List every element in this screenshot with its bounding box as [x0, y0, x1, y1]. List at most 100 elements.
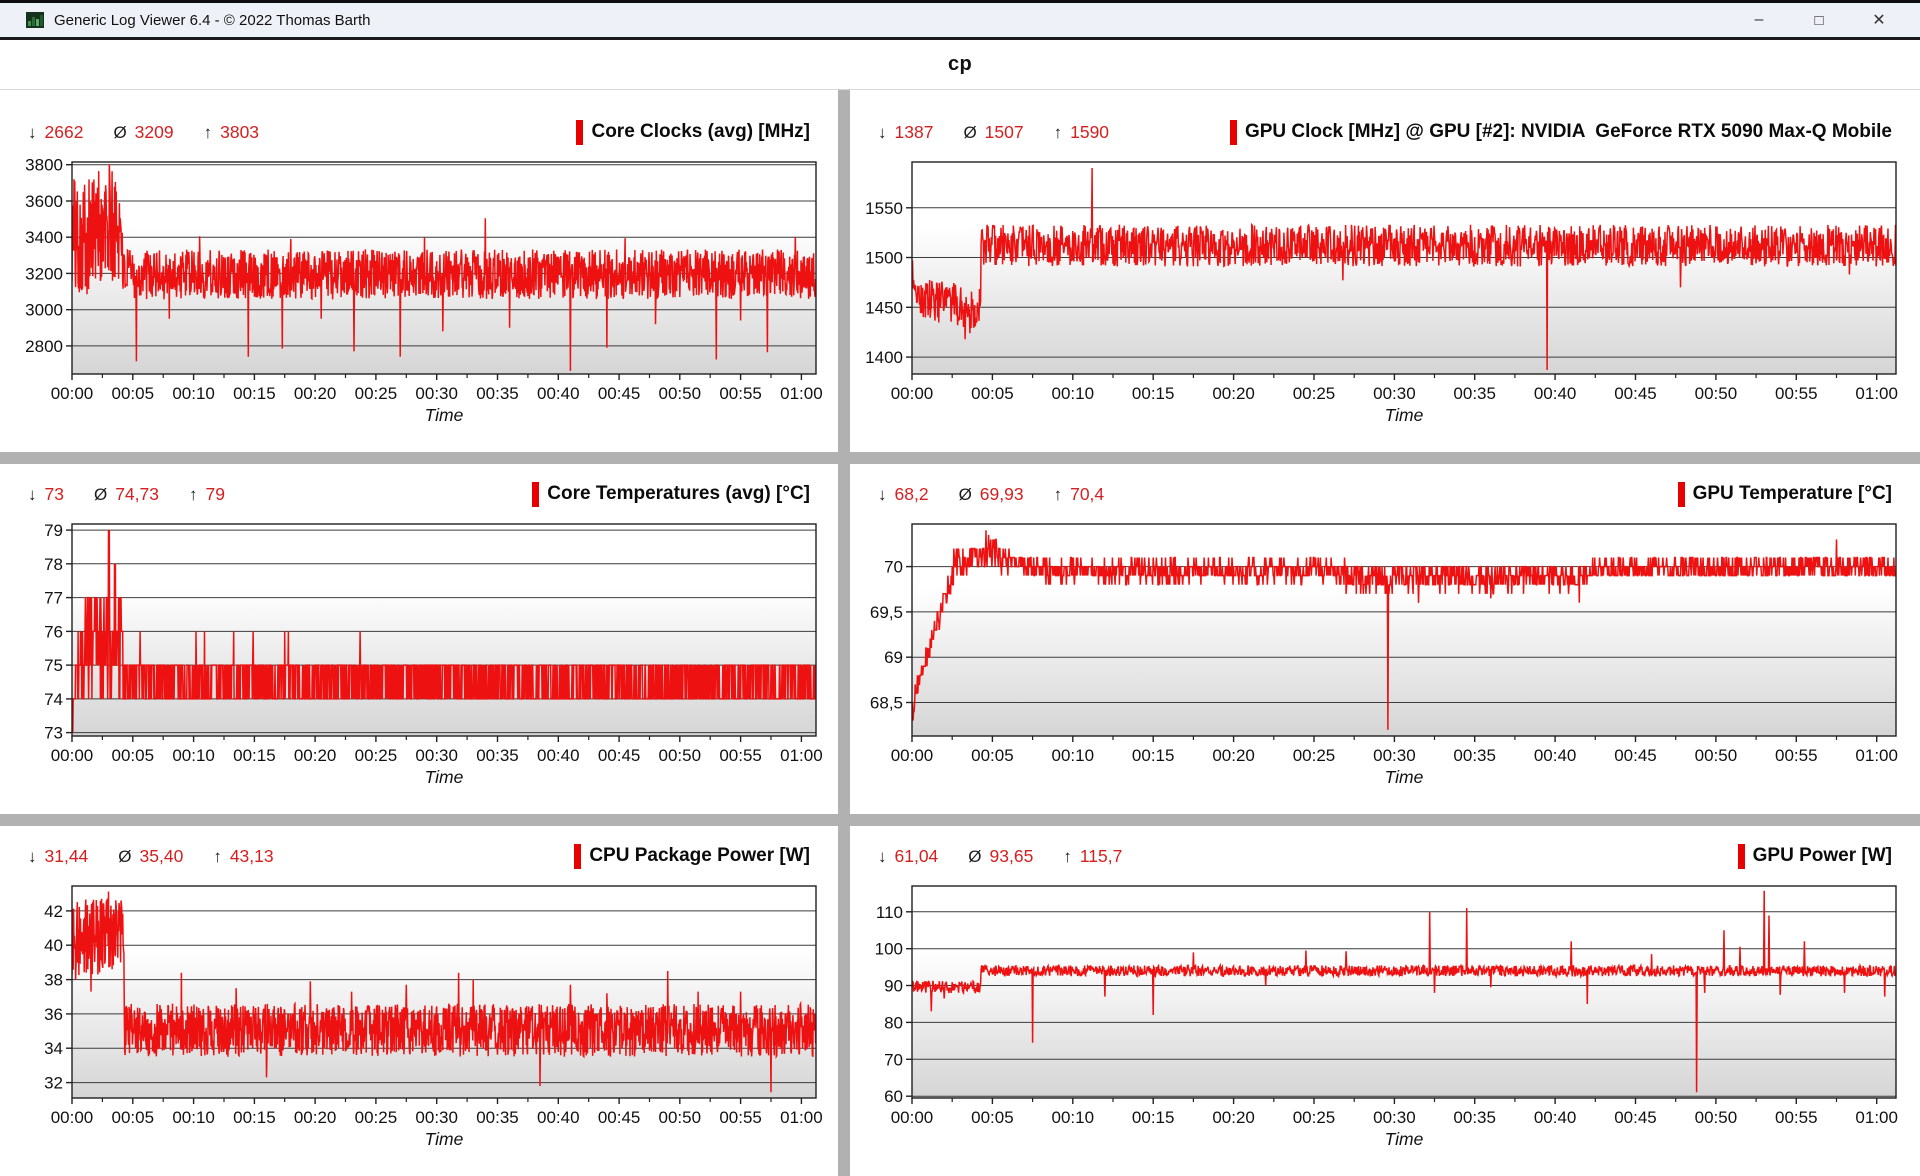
x-tick-label: 00:55 [1775, 1108, 1818, 1127]
x-tick-label: 00:30 [415, 384, 458, 403]
x-tick-label: 00:50 [1695, 384, 1738, 403]
x-tick-label: 00:15 [233, 384, 276, 403]
x-tick-label: 00:45 [598, 384, 641, 403]
avg-icon: Ø [968, 847, 981, 867]
close-button[interactable]: ✕ [1856, 5, 1902, 35]
legend-color-bar [576, 120, 583, 145]
x-tick-label: 00:55 [1775, 384, 1818, 403]
x-tick-label: 00:45 [1614, 384, 1657, 403]
x-tick-label: 00:25 [1293, 1108, 1336, 1127]
x-tick-label: 00:35 [476, 384, 519, 403]
stat-avg: Ø 93,65 [968, 846, 1033, 867]
chart-canvas: 140014501500155000:0000:0500:1000:1500:2… [850, 158, 1920, 422]
x-tick-label: 00:55 [1775, 746, 1818, 765]
x-tick-label: 00:20 [1212, 1108, 1255, 1127]
y-tick-label: 3800 [25, 158, 63, 175]
stat-min: ↓68,2 [878, 484, 929, 505]
x-tick-label: 00:50 [659, 384, 702, 403]
chart-canvas: 68,56969,57000:0000:0500:1000:1500:2000:… [850, 520, 1920, 784]
x-tick-label: 00:25 [355, 384, 398, 403]
chart-panel-gpu-power: ↓61,04 Ø93,65 ↑115,7 GPU Power [W] 60708… [850, 826, 1920, 1176]
x-tick-label: 00:45 [598, 1108, 641, 1127]
y-tick-label: 36 [44, 1005, 63, 1024]
y-tick-label: 100 [875, 940, 903, 959]
avg-icon: Ø [118, 847, 131, 867]
x-tick-label: 01:00 [1855, 1108, 1898, 1127]
stat-min-value: 31,44 [45, 846, 89, 867]
x-tick-label: 00:10 [1052, 746, 1095, 765]
y-tick-label: 1400 [865, 348, 903, 367]
max-arrow-icon: ↑ [1054, 485, 1063, 505]
max-arrow-icon: ↑ [204, 123, 213, 143]
x-tick-label: 00:20 [1212, 746, 1255, 765]
legend-color-bar [1738, 844, 1745, 869]
minimize-button[interactable]: – [1736, 5, 1782, 35]
window-title: Generic Log Viewer 6.4 - © 2022 Thomas B… [54, 12, 371, 29]
x-tick-label: 00:15 [1132, 746, 1175, 765]
y-tick-label: 3400 [25, 228, 63, 247]
app-icon [26, 12, 44, 28]
y-tick-label: 69 [884, 648, 903, 667]
x-tick-label: 00:35 [1453, 384, 1496, 403]
chart-title: Core Clocks (avg) [MHz] [591, 121, 810, 143]
x-tick-label: 00:35 [1453, 1108, 1496, 1127]
x-tick-label: 00:00 [891, 1108, 934, 1127]
y-tick-label: 3600 [25, 192, 63, 211]
chart-canvas: 6070809010011000:0000:0500:1000:1500:200… [850, 882, 1920, 1146]
x-tick-label: 00:25 [355, 746, 398, 765]
y-tick-label: 70 [884, 1050, 903, 1069]
chart-title: GPU Temperature [°C] [1693, 483, 1892, 505]
x-tick-label: 00:50 [659, 1108, 702, 1127]
stat-max: ↑ 3803 [204, 122, 259, 143]
stat-avg-value: 35,40 [140, 846, 184, 867]
x-tick-label: 00:50 [1695, 1108, 1738, 1127]
avg-icon: Ø [963, 123, 976, 143]
legend-color-bar [574, 844, 581, 869]
x-tick-label: 00:10 [172, 384, 215, 403]
y-tick-label: 79 [44, 521, 63, 540]
y-tick-label: 77 [44, 589, 63, 608]
y-tick-label: 60 [884, 1087, 903, 1106]
max-arrow-icon: ↑ [1054, 123, 1063, 143]
chart-stats: ↓68,2 Ø69,93 ↑70,4 [878, 484, 1104, 505]
chart-title: GPU Power [W] [1753, 845, 1892, 867]
x-tick-label: 00:30 [415, 1108, 458, 1127]
x-tick-label: 00:10 [1052, 384, 1095, 403]
min-arrow-icon: ↓ [28, 847, 37, 867]
chart-title-group: GPU Power [W] [1738, 844, 1892, 869]
stat-min: ↓1387 [878, 122, 933, 143]
chart-header: ↓61,04 Ø93,65 ↑115,7 GPU Power [W] [850, 838, 1920, 874]
x-tick-label: 00:05 [971, 384, 1014, 403]
x-tick-label: 00:40 [1534, 746, 1577, 765]
stat-max: ↑ 1590 [1054, 122, 1109, 143]
avg-icon: Ø [959, 485, 972, 505]
x-axis-title: Time [1385, 1129, 1424, 1146]
stat-avg: Ø 35,40 [118, 846, 183, 867]
chart-canvas: 32343638404200:0000:0500:1000:1500:2000:… [0, 882, 838, 1146]
min-arrow-icon: ↓ [28, 485, 37, 505]
stat-max-value: 1590 [1070, 122, 1109, 143]
x-tick-label: 00:35 [476, 1108, 519, 1127]
avg-icon: Ø [113, 123, 126, 143]
maximize-button[interactable]: □ [1796, 5, 1842, 35]
x-tick-label: 00:00 [891, 746, 934, 765]
stat-avg: Ø3209 [113, 122, 173, 143]
y-tick-label: 110 [876, 903, 903, 922]
stat-max-value: 3803 [220, 122, 259, 143]
y-tick-label: 40 [44, 936, 63, 955]
stat-min: ↓73 [28, 484, 64, 505]
y-tick-label: 90 [884, 977, 903, 996]
x-tick-label: 00:20 [294, 384, 337, 403]
stat-avg: Ø74,73 [94, 484, 159, 505]
chart-title-group: Core Temperatures (avg) [°C] [532, 482, 810, 507]
x-tick-label: 00:45 [1614, 1108, 1657, 1127]
stat-avg-value: 93,65 [990, 846, 1034, 867]
x-axis-title: Time [425, 767, 464, 784]
chart-title: Core Temperatures (avg) [°C] [547, 483, 810, 505]
x-tick-label: 00:50 [659, 746, 702, 765]
stat-avg-value: 1507 [985, 122, 1024, 143]
x-tick-label: 00:00 [51, 1108, 94, 1127]
chart-header: ↓68,2 Ø69,93 ↑70,4 GPU Temperature [°C] [850, 476, 1920, 512]
stat-min: ↓ 31,44 [28, 846, 88, 867]
x-tick-label: 00:05 [112, 746, 155, 765]
